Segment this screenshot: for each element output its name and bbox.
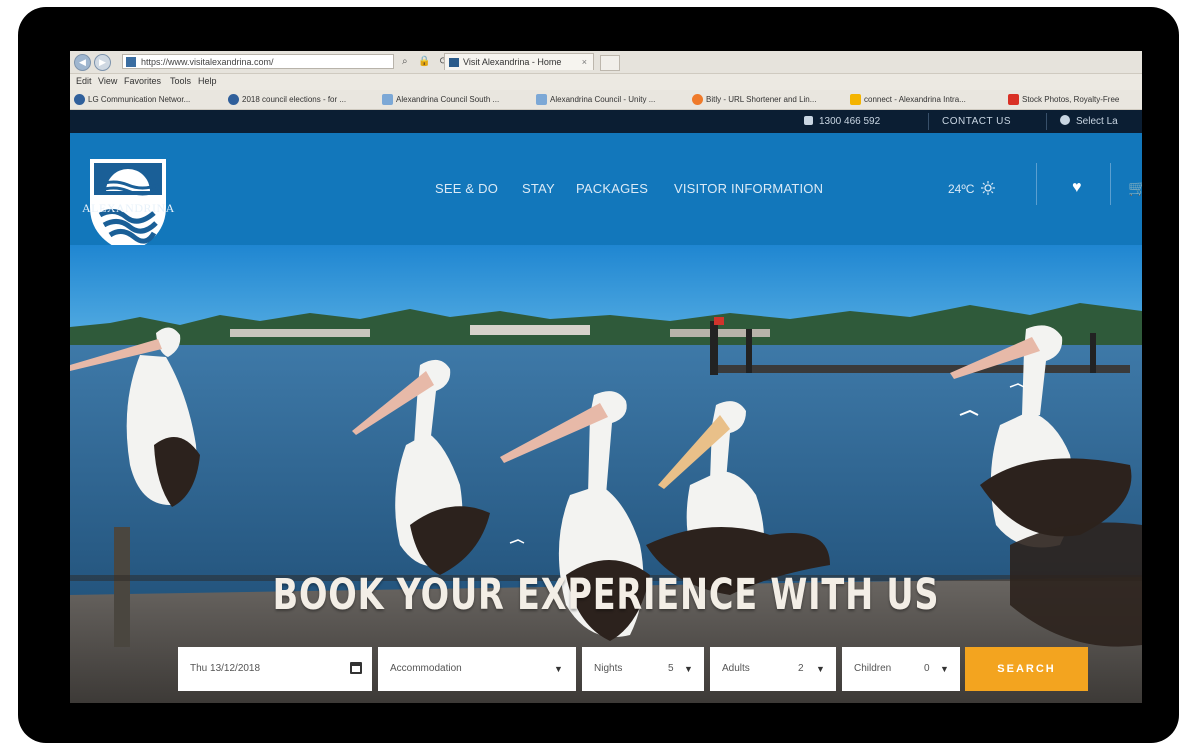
nav-stay[interactable]: STAY: [522, 181, 555, 196]
hero-headline: BOOK YOUR EXPERIENCE WITH US: [272, 570, 940, 620]
address-tools[interactable]: ⌕ 🔒 ⟳: [402, 54, 448, 69]
booking-search-form: Thu 13/12/2018 Accommodation ▼ Nights 5 …: [70, 647, 1142, 695]
nights-label: Nights: [594, 663, 623, 674]
adults-value: 2: [798, 663, 804, 674]
browser-toolbar: ◀ ▶ https://www.visitalexandrina.com/ ⌕ …: [70, 51, 1142, 74]
divider: [1036, 163, 1037, 205]
divider: [1110, 163, 1111, 205]
nights-value: 5: [668, 663, 674, 674]
menu-edit[interactable]: Edit: [76, 76, 92, 86]
browser-window: ◀ ▶ https://www.visitalexandrina.com/ ⌕ …: [70, 51, 1142, 703]
pelicans-photo: [70, 245, 1142, 703]
forward-button[interactable]: ▶: [94, 54, 111, 71]
favorite-item[interactable]: Bitly - URL Shortener and Lin...: [692, 93, 816, 106]
adults-label: Adults: [722, 663, 750, 674]
tab-favicon: [449, 58, 459, 67]
children-value: 0: [924, 663, 930, 674]
nav-visitor-information[interactable]: VISITOR INFORMATION: [674, 181, 823, 196]
menu-help[interactable]: Help: [198, 76, 217, 86]
nav-packages[interactable]: PACKAGES: [576, 181, 648, 196]
adults-select[interactable]: Adults 2 ▼: [710, 647, 836, 691]
category-select[interactable]: Accommodation ▼: [378, 647, 576, 691]
tab-title: Visit Alexandrina - Home: [463, 57, 562, 67]
divider: [928, 113, 929, 130]
favorite-item[interactable]: connect - Alexandrina Intra...: [850, 93, 966, 106]
heart-icon[interactable]: ♥: [1072, 179, 1082, 197]
weather-temperature: 24ºC: [948, 182, 975, 196]
address-bar[interactable]: https://www.visitalexandrina.com/: [122, 54, 394, 69]
close-tab-icon[interactable]: ×: [582, 54, 587, 71]
site-icon: [126, 57, 136, 67]
children-label: Children: [854, 663, 892, 674]
language-label: Select La: [1076, 116, 1118, 127]
date-field[interactable]: Thu 13/12/2018: [178, 647, 372, 691]
nav-see-and-do[interactable]: SEE & DO: [435, 181, 498, 196]
menu-favorites[interactable]: Favorites: [124, 76, 161, 86]
chevron-down-icon: ▼: [940, 664, 949, 674]
chevron-down-icon: ▼: [684, 664, 693, 674]
phone-icon: [804, 116, 813, 125]
site-topbar: 1300 466 592 CONTACT US Select La: [70, 110, 1142, 133]
menu-tools[interactable]: Tools: [170, 76, 191, 86]
calendar-icon[interactable]: [350, 662, 362, 674]
menu-view[interactable]: View: [98, 76, 117, 86]
site-logo[interactable]: ALEXANDRINA: [82, 155, 174, 255]
favorite-item[interactable]: Stock Photos, Royalty-Free: [1008, 93, 1119, 106]
favorite-item[interactable]: 2018 council elections - for ...: [228, 93, 346, 106]
language-selector[interactable]: Select La: [1060, 114, 1118, 129]
sun-icon: [980, 181, 995, 195]
chevron-down-icon: ▼: [554, 664, 563, 674]
hero-banner: BOOK YOUR EXPERIENCE WITH US Thu 13/12/2…: [70, 245, 1142, 703]
divider: [1046, 113, 1047, 130]
favorite-item[interactable]: Alexandrina Council South ...: [382, 93, 499, 106]
category-value: Accommodation: [390, 663, 462, 674]
new-tab-button[interactable]: [600, 55, 620, 71]
lock-icon[interactable]: 🔒: [418, 56, 430, 67]
logo-text: ALEXANDRINA: [82, 201, 175, 215]
address-text: https://www.visitalexandrina.com/: [141, 57, 274, 67]
search-button[interactable]: SEARCH: [965, 647, 1088, 691]
cart-icon[interactable]: 🛒: [1128, 179, 1142, 197]
phone-number: 1300 466 592: [819, 116, 881, 127]
chevron-down-icon: ▼: [816, 664, 825, 674]
children-select[interactable]: Children 0 ▼: [842, 647, 960, 691]
date-value: Thu 13/12/2018: [190, 663, 261, 674]
nights-select[interactable]: Nights 5 ▼: [582, 647, 704, 691]
weather-widget[interactable]: 24ºC: [948, 181, 995, 196]
back-button[interactable]: ◀: [74, 54, 91, 71]
site-header: ALEXANDRINA SEE & DO STAY PACKAGES VISIT…: [70, 133, 1142, 253]
globe-icon: [1060, 115, 1070, 125]
favorites-bar: LG Communication Networ... 2018 council …: [70, 90, 1142, 110]
search-icon[interactable]: ⌕: [402, 56, 408, 67]
favorite-item[interactable]: Alexandrina Council - Unity ...: [536, 93, 655, 106]
monitor-bezel: ◀ ▶ https://www.visitalexandrina.com/ ⌕ …: [18, 7, 1179, 743]
contact-us-link[interactable]: CONTACT US: [942, 114, 1011, 129]
menu-bar: Edit View Favorites Tools Help: [70, 74, 1142, 89]
nav-buttons: ◀ ▶: [74, 53, 116, 71]
favorite-item[interactable]: LG Communication Networ...: [74, 93, 190, 106]
phone-link[interactable]: 1300 466 592: [804, 114, 880, 129]
tab-visit-alexandrina[interactable]: Visit Alexandrina - Home ×: [444, 53, 594, 70]
